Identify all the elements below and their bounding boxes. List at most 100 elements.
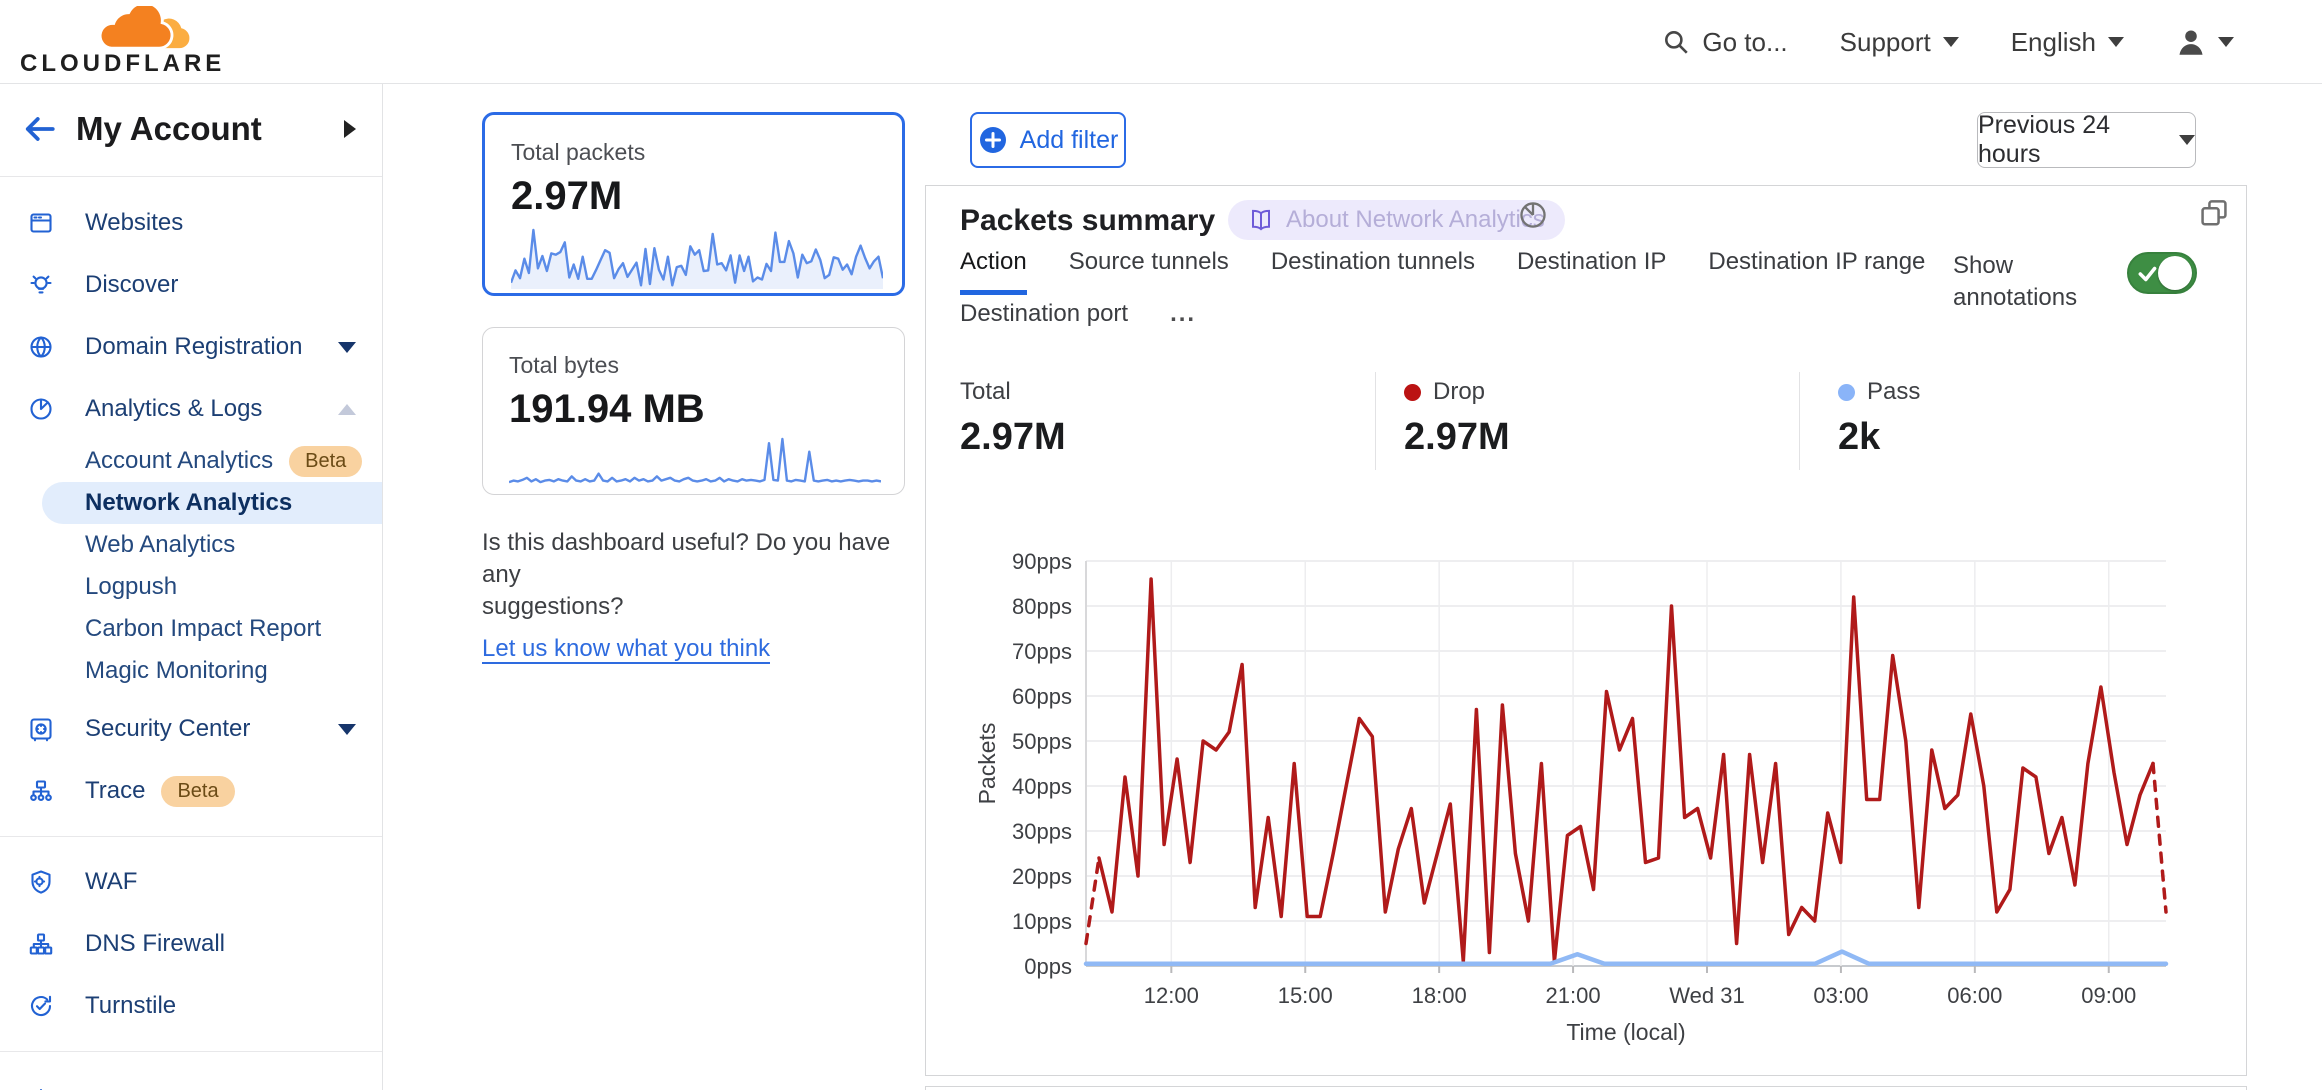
sidebar-item-label: Domain Registration [85,333,302,361]
feedback-link[interactable]: Let us know what you think [482,635,770,664]
sidebar-item-label: Security Center [85,715,250,743]
cloudflare-cloud-icon [95,6,191,52]
dns-tree-icon [28,931,54,957]
user-icon [2176,27,2206,57]
pie-preview-icon[interactable] [1518,200,1548,230]
drop-legend-dot [1404,384,1421,401]
search-icon [1662,28,1690,56]
sidebar-item-domain-registration[interactable]: Domain Registration [0,316,382,378]
language-menu[interactable]: English [2011,27,2124,58]
stat-total-label: Total [960,378,1011,406]
x-tick-label: Wed 31 [1669,983,1744,1008]
shield-gear-icon [28,869,54,895]
sidebar-item-analytics-logs[interactable]: Analytics & Logs [0,378,382,440]
sidebar-item-ip-addresses[interactable] [0,1066,382,1090]
sidebar-item-label: Web Analytics [85,531,235,559]
panel-title: Packets summary [960,204,1215,238]
account-menu[interactable] [2176,27,2234,57]
sidebar-item-dns-firewall[interactable]: DNS Firewall [0,913,382,975]
sidebar-item-label: Magic Monitoring [85,657,268,685]
tab-action[interactable]: Action [960,248,1027,295]
time-range-label: Previous 24 hours [1978,111,2165,169]
ip-addresses-icon [28,1084,54,1090]
sidebar-item-carbon-impact-report[interactable]: Carbon Impact Report [0,608,382,650]
sidebar-item-label: DNS Firewall [85,930,225,958]
sidebar-item-web-analytics[interactable]: Web Analytics [0,524,382,566]
support-menu[interactable]: Support [1840,27,1959,58]
y-tick-label: 10pps [1012,909,1072,934]
globe-icon [28,334,54,360]
expand-panel-icon[interactable] [2198,198,2230,230]
sidebar-item-label: Account Analytics [85,447,273,475]
support-label: Support [1840,27,1931,58]
total-bytes-label: Total bytes [509,352,880,379]
add-filter-button[interactable]: Add filter [970,112,1126,168]
plus-circle-icon [978,125,1008,155]
chevron-down-icon [338,724,356,735]
next-panel-edge [925,1086,2247,1090]
stat-total: Total 2.97M [960,378,1066,459]
about-badge-label: About Network Analytics [1286,206,1545,234]
goto-label: Go to... [1702,27,1787,58]
tab-destination-port[interactable]: Destination port [960,300,1128,342]
sidebar-item-label: Logpush [85,573,177,601]
sidebar-item-label: Network Analytics [85,489,292,517]
sidebar-item-security-center[interactable]: Security Center [0,698,382,760]
y-tick-label: 70pps [1012,639,1072,664]
packets-summary-panel: Packets summary About Network Analytics … [925,185,2247,1076]
x-tick-label: 21:00 [1546,983,1601,1008]
y-tick-label: 60pps [1012,684,1072,709]
packets-time-series-chart[interactable]: 0pps10pps20pps30pps40pps50pps60pps70pps8… [961,546,2206,1046]
total-bytes-card[interactable]: Total bytes 191.94 MB [482,327,905,495]
tab-destination-ip[interactable]: Destination IP [1517,248,1666,295]
sidebar-item-logpush[interactable]: Logpush [0,566,382,608]
stat-drop-value: 2.97M [1404,416,1510,459]
sidebar-item-discover[interactable]: Discover [0,254,382,316]
dimension-tabs-row1: Action Source tunnels Destination tunnels D… [960,248,1925,295]
stat-drop: Drop 2.97M [1404,378,1510,459]
tab-source-tunnels[interactable]: Source tunnels [1069,248,1229,295]
sidebar-item-label: Websites [85,209,183,237]
cloudflare-logo-text: CLOUDFLARE [20,50,225,78]
stat-total-value: 2.97M [960,416,1066,459]
stat-drop-label: Drop [1433,378,1485,406]
y-tick-label: 50pps [1012,729,1072,754]
time-range-select[interactable]: Previous 24 hours [1977,112,2196,168]
y-tick-label: 80pps [1012,594,1072,619]
pass-series-line [1086,952,2166,964]
total-bytes-sparkline [509,434,881,490]
sidebar-item-account-analytics[interactable]: Account AnalyticsBeta [0,440,382,482]
tab-destination-tunnels[interactable]: Destination tunnels [1271,248,1475,295]
sidebar-item-turnstile[interactable]: Turnstile [0,975,382,1037]
chevron-down-icon [2179,135,2195,145]
chevron-down-icon [1943,37,1959,47]
sidebar-item-magic-monitoring[interactable]: Magic Monitoring [0,650,382,692]
sidebar-item-websites[interactable]: Websites [0,192,382,254]
y-axis-title: Packets [974,723,1000,805]
goto-search[interactable]: Go to... [1662,27,1787,58]
x-tick-label: 09:00 [2081,983,2136,1008]
y-tick-label: 0pps [1024,954,1072,979]
total-packets-card[interactable]: Total packets 2.97M [482,112,905,296]
add-filter-label: Add filter [1020,126,1119,155]
total-packets-sparkline [511,225,883,289]
chevron-right-icon[interactable] [344,120,356,138]
chevron-down-icon [2218,37,2234,47]
x-tick-label: 18:00 [1412,983,1467,1008]
show-annotations-toggle[interactable] [2127,252,2197,294]
back-arrow-icon[interactable] [22,114,56,144]
cloudflare-logo[interactable]: CLOUDFLARE [20,4,190,80]
about-network-analytics-badge[interactable]: About Network Analytics [1228,200,1565,240]
stat-pass-value: 2k [1838,416,1920,459]
more-tabs-button[interactable]: ... [1170,300,1196,342]
chevron-up-icon [338,404,356,415]
x-tick-label: 12:00 [1144,983,1199,1008]
chevron-down-icon [338,342,356,353]
trace-icon [28,778,54,804]
drop-series-line [1099,579,2153,962]
sidebar-item-trace[interactable]: TraceBeta [0,760,382,822]
tab-destination-ip-range[interactable]: Destination IP range [1708,248,1925,295]
sidebar-item-network-analytics[interactable]: Network Analytics [42,482,382,524]
sidebar-item-waf[interactable]: WAF [0,851,382,913]
safe-icon [28,716,54,742]
